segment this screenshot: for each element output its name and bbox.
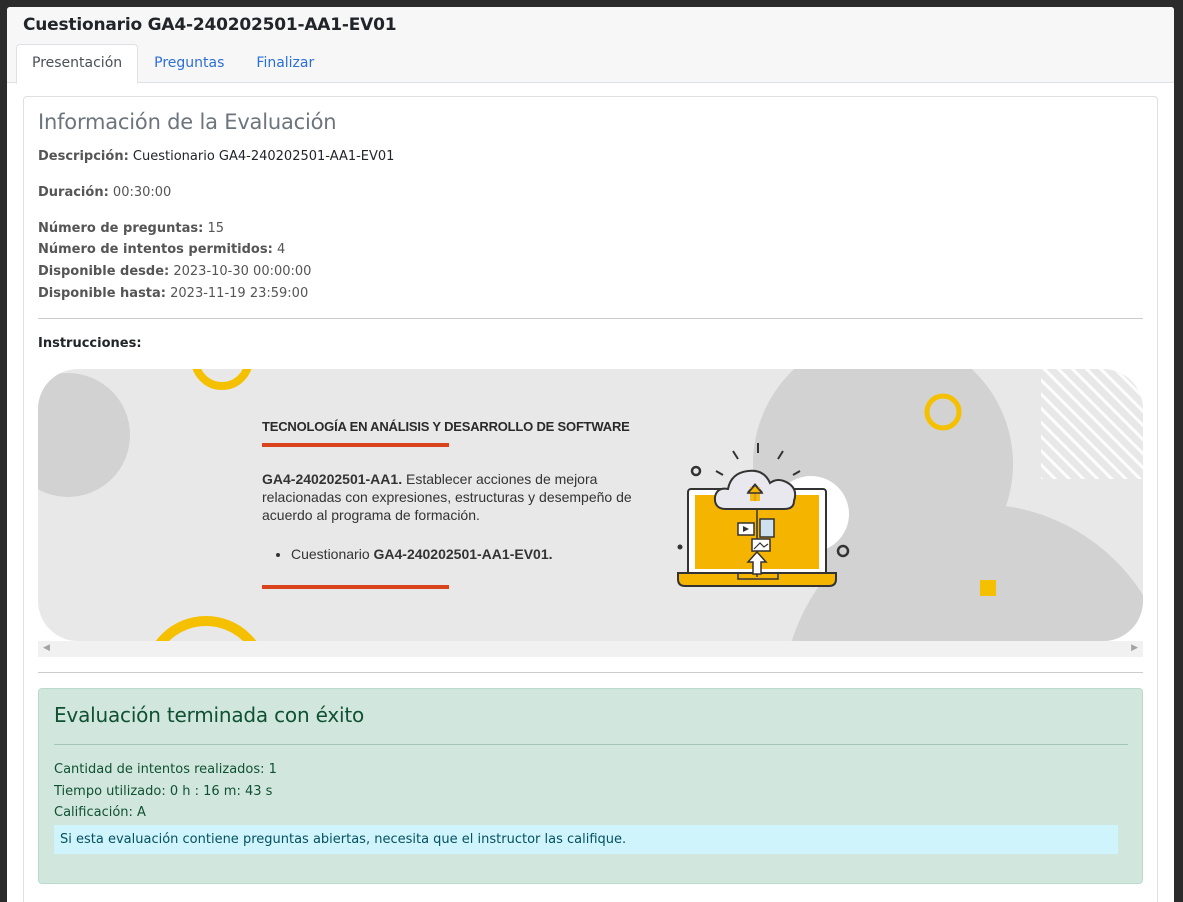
banner-horizontal-scrollbar[interactable]: ◀ ▶ [38,641,1143,657]
intentos-row: Número de intentos permitidos: 4 [38,242,285,257]
tab-presentacion[interactable]: Presentación [16,44,139,84]
banner-red-bar-top [262,443,449,447]
success-title: Evaluación terminada con éxito [54,703,365,727]
duracion-row: Duración: 00:30:00 [38,185,171,200]
descripcion-row: Descripción: Cuestionario GA4-240202501-… [38,149,394,164]
quiz-window: Cuestionario GA4-240202501-AA1-EV01 Pres… [7,7,1174,902]
desde-row: Disponible desde: 2023-10-30 00:00:00 [38,264,311,279]
duracion-value: 00:30:00 [112,185,172,200]
success-alert: Evaluación terminada con éxito Cantidad … [38,688,1143,884]
tab-bar: Presentación Preguntas Finalizar [16,44,330,84]
preguntas-value: 15 [207,221,224,236]
duracion-label: Duración: [38,185,109,200]
hasta-label: Disponible hasta: [38,286,166,301]
window-title: Cuestionario GA4-240202501-AA1-EV01 [23,15,397,35]
banner-list: Cuestionario GA4-240202501-AA1-EV01. [262,546,553,562]
intentos-realizados: Cantidad de intentos realizados: 1 [54,762,277,777]
tab-finalizar[interactable]: Finalizar [240,44,330,83]
desde-value: 2023-10-30 00:00:00 [173,264,312,279]
hasta-value: 2023-11-19 23:59:00 [170,286,309,301]
evaluation-card: Información de la Evaluación Descripción… [23,96,1158,902]
success-divider [54,744,1128,745]
calificacion: Calificación: A [54,805,146,820]
scroll-left-arrow-icon[interactable]: ◀ [43,643,50,653]
descripcion-value: Cuestionario GA4-240202501-AA1-EV01 [132,149,395,164]
laptop-cloud-illustration [677,443,850,587]
open-questions-note: Si esta evaluación contiene preguntas ab… [54,825,1118,854]
preguntas-row: Número de preguntas: 15 [38,221,224,236]
hasta-row: Disponible hasta: 2023-11-19 23:59:00 [38,286,308,301]
instrucciones-label: Instrucciones: [38,336,142,351]
banner-heading: TECNOLOGÍA EN ANÁLISIS Y DESARROLLO DE S… [262,419,630,434]
list-prefix: Cuestionario [291,546,374,562]
divider-2 [38,672,1143,673]
banner-description: GA4-240202501-AA1. Establecer acciones d… [262,470,632,524]
banner-list-item: Cuestionario GA4-240202501-AA1-EV01. [291,546,553,562]
tiempo-utilizado: Tiempo utilizado: 0 h : 16 m: 43 s [54,784,273,799]
banner-code: GA4-240202501-AA1. [262,471,403,487]
intentos-label: Número de intentos permitidos: [38,242,273,257]
intentos-value: 4 [276,242,286,257]
preguntas-label: Número de preguntas: [38,221,204,236]
banner-red-bar-bottom [262,585,449,589]
instructions-banner: TECNOLOGÍA EN ANÁLISIS Y DESARROLLO DE S… [38,369,1143,641]
divider [38,318,1143,319]
desde-label: Disponible desde: [38,264,170,279]
tab-preguntas[interactable]: Preguntas [138,44,240,83]
section-title: Información de la Evaluación [38,110,337,134]
list-code: GA4-240202501-AA1-EV01. [373,546,553,562]
scroll-right-arrow-icon[interactable]: ▶ [1131,643,1138,653]
descripcion-label: Descripción: [38,149,129,164]
window-header: Cuestionario GA4-240202501-AA1-EV01 Pres… [7,7,1174,84]
